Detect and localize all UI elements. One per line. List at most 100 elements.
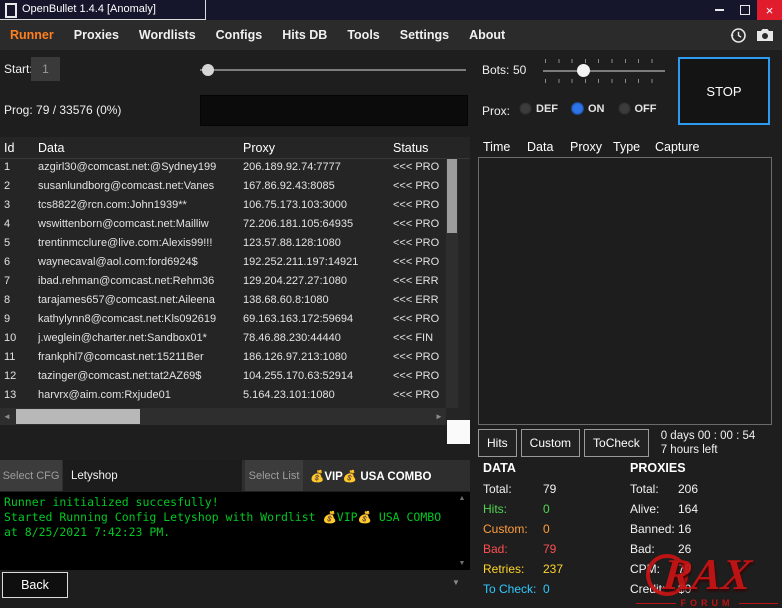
proxy-mode-option[interactable]: OFF: [618, 102, 657, 115]
stat-row: Alive: 164: [630, 499, 698, 519]
hits-tab[interactable]: Hits: [478, 429, 517, 457]
table-row[interactable]: 13 harvrx@aim.com:Rxjude01 5.164.23.101:…: [0, 386, 446, 405]
select-config-button[interactable]: Select CFG: [0, 460, 62, 491]
window-title: OpenBullet 1.4.4 [Anomaly]: [22, 3, 156, 15]
scroll-up-icon[interactable]: ▲: [459, 495, 466, 502]
close-button[interactable]: ×: [757, 0, 782, 20]
hits-list-empty[interactable]: [478, 157, 772, 425]
start-input[interactable]: [31, 57, 60, 81]
scrollbar-track[interactable]: [14, 408, 432, 425]
scrollbar-thumb[interactable]: [16, 409, 140, 424]
slider-track: [543, 70, 665, 72]
minimize-icon: [715, 9, 724, 11]
column-header-status[interactable]: Status: [393, 141, 470, 155]
select-list-button[interactable]: Select List: [245, 460, 303, 491]
camera-icon[interactable]: [756, 28, 774, 42]
stat-label: CPM:: [630, 559, 678, 579]
slider-ticks: [545, 59, 663, 63]
stat-value: 79: [543, 539, 556, 559]
config-name-field[interactable]: Letyshop: [63, 460, 242, 491]
menu-item[interactable]: Settings: [390, 28, 459, 42]
bots-slider[interactable]: [543, 59, 665, 83]
cell-proxy: 129.204.227.27:1080: [243, 272, 393, 291]
table-row[interactable]: 12 tazinger@comcast.net:tat2AZ69$ 104.25…: [0, 367, 446, 386]
stat-value: 237: [543, 559, 563, 579]
column-header-data[interactable]: Data: [527, 140, 570, 154]
table-row[interactable]: 6 waynecaval@aol.com:ford6924$ 192.252.2…: [0, 253, 446, 272]
table-row[interactable]: 9 kathylynn8@comcast.net:Kls092619 69.16…: [0, 310, 446, 329]
table-row[interactable]: 2 susanlundborg@comcast.net:Vanes 167.86…: [0, 177, 446, 196]
table-row[interactable]: 4 wswittenborn@comcast.net:Mailliw 72.20…: [0, 215, 446, 234]
table-row[interactable]: 3 tcs8822@rcn.com:John1939** 106.75.173.…: [0, 196, 446, 215]
cell-id: 6: [4, 253, 38, 272]
column-header-proxy[interactable]: Proxy: [243, 141, 393, 155]
menu-item[interactable]: Tools: [337, 28, 389, 42]
table-row[interactable]: 8 tarajames657@comcast.net:Aileena 138.6…: [0, 291, 446, 310]
start-slider[interactable]: [200, 63, 466, 77]
hits-tab[interactable]: ToCheck: [584, 429, 649, 457]
results-table: Id Data Proxy Status 1 azgirl30@comcast.…: [0, 137, 470, 425]
cell-id: 9: [4, 310, 38, 329]
hits-tab[interactable]: Custom: [521, 429, 580, 457]
config-bar: Select CFG Letyshop Select List 💰VIP💰 US…: [0, 460, 470, 491]
cell-proxy: 167.86.92.43:8085: [243, 177, 393, 196]
table-row[interactable]: 11 frankphl7@comcast.net:15211Ber 186.12…: [0, 348, 446, 367]
column-header-type[interactable]: Type: [613, 140, 655, 154]
cell-data: azgirl30@comcast.net:@Sydney199: [38, 158, 243, 177]
proxy-mode-group: DEF ON OFF: [519, 102, 657, 115]
column-header-data[interactable]: Data: [38, 141, 243, 155]
scroll-left-icon[interactable]: ◄: [0, 412, 14, 421]
menu-item[interactable]: Configs: [206, 28, 273, 42]
stat-row: Total: 79: [483, 479, 563, 499]
stat-value: 164: [678, 499, 698, 519]
cell-data: waynecaval@aol.com:ford6924$: [38, 253, 243, 272]
table-row[interactable]: 5 trentinmcclure@live.com:Alexis99!!! 12…: [0, 234, 446, 253]
cell-data: trentinmcclure@live.com:Alexis99!!!: [38, 234, 243, 253]
stat-value: 16: [678, 519, 691, 539]
cell-id: 8: [4, 291, 38, 310]
column-header-id[interactable]: Id: [4, 141, 38, 155]
slider-thumb[interactable]: [202, 64, 214, 76]
scroll-right-icon[interactable]: ►: [432, 412, 446, 421]
proxy-mode-option[interactable]: DEF: [519, 102, 558, 115]
scrollbar-thumb[interactable]: [447, 159, 457, 233]
column-header-capture[interactable]: Capture: [655, 140, 772, 154]
slider-thumb[interactable]: [577, 64, 590, 77]
stop-button[interactable]: STOP: [678, 57, 770, 125]
cell-data: harvrx@aim.com:Rxjude01: [38, 386, 243, 405]
bots-label: Bots:: [482, 63, 509, 77]
log-scrollbar[interactable]: ▲ ▼: [456, 495, 468, 567]
back-button[interactable]: Back: [2, 572, 68, 598]
menu-item[interactable]: About: [459, 28, 515, 42]
table-row[interactable]: 7 ibad.rehman@comcast.net:Rehm36 129.204…: [0, 272, 446, 291]
menu-item[interactable]: Proxies: [64, 28, 129, 42]
stat-row: Credit: $0: [630, 579, 698, 599]
scroll-down-icon[interactable]: ▼: [459, 560, 466, 567]
menu-item[interactable]: Runner: [0, 28, 64, 42]
stat-row: Bad: 79: [483, 539, 563, 559]
scroll-down-icon[interactable]: ▼: [452, 578, 460, 587]
minimize-button[interactable]: [707, 0, 732, 20]
table-row[interactable]: 1 azgirl30@comcast.net:@Sydney199 206.18…: [0, 158, 446, 177]
cell-proxy: 69.163.163.172:59694: [243, 310, 393, 329]
data-stats-title: DATA: [483, 461, 563, 475]
stat-value: 79: [543, 479, 556, 499]
maximize-button[interactable]: [732, 0, 757, 20]
horizontal-scrollbar[interactable]: ◄ ►: [0, 408, 446, 425]
cell-data: susanlundborg@comcast.net:Vanes: [38, 177, 243, 196]
window-controls: ×: [707, 0, 782, 20]
menu-item[interactable]: Wordlists: [129, 28, 206, 42]
results-body: 1 azgirl30@comcast.net:@Sydney199 206.18…: [0, 158, 446, 408]
history-icon[interactable]: [730, 27, 747, 44]
cell-data: wswittenborn@comcast.net:Mailliw: [38, 215, 243, 234]
column-header-proxy[interactable]: Proxy: [570, 140, 613, 154]
slider-ticks: [545, 79, 663, 83]
column-header-time[interactable]: Time: [483, 140, 527, 154]
vertical-scrollbar[interactable]: [446, 158, 458, 408]
statistics-panel: DATA Total: 79 Hits: 0 Custom: 0 Bad:: [478, 455, 782, 608]
menu-item[interactable]: Hits DB: [272, 28, 337, 42]
cell-status: <<< FIN: [393, 329, 446, 348]
proxy-mode-option[interactable]: ON: [571, 102, 605, 115]
cell-id: 10: [4, 329, 38, 348]
table-row[interactable]: 10 j.weglein@charter.net:Sandbox01* 78.4…: [0, 329, 446, 348]
